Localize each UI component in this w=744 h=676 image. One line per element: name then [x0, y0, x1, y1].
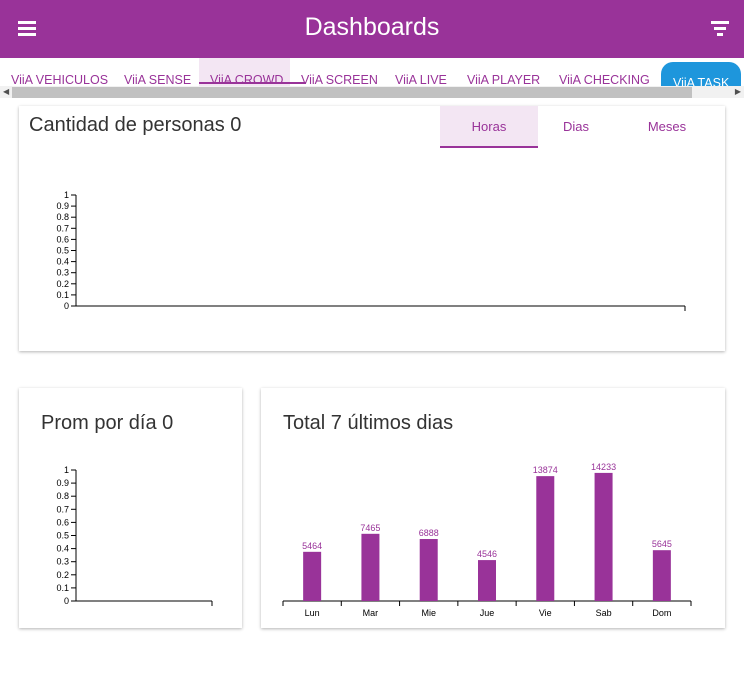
y-tick-label: 0 [64, 301, 69, 311]
scroll-left-icon[interactable]: ◀ [3, 87, 9, 96]
y-tick-label: 0.3 [56, 268, 69, 278]
y-tick-label: 0.8 [56, 212, 69, 222]
bar-mar [361, 533, 380, 601]
scrollbar-thumb[interactable] [12, 87, 692, 98]
tab-viia-crowd[interactable]: ViiA CROWD [199, 58, 306, 88]
y-tick-label: 0.4 [56, 257, 69, 267]
tab-viia-task[interactable]: ViiA TASK [661, 62, 742, 90]
x-tick-label: Lun [305, 608, 320, 618]
bar-lun [303, 551, 322, 601]
y-tick-label: 0.3 [56, 557, 69, 567]
x-tick-label: Sab [596, 608, 612, 618]
bar-dom [652, 550, 671, 601]
daily-average-chart: 0 0.1 0.2 0.3 0.4 0.5 0.6 0.7 0.8 0.9 1 [56, 465, 213, 606]
y-tick-label: 0.4 [56, 544, 69, 554]
module-tabs: ViiA VEHICULOS ViiA SENSE ViiA CROWD Vii… [0, 58, 744, 98]
bar-value-label: 14233 [591, 462, 616, 472]
y-tick-label: 0.5 [56, 246, 69, 256]
x-tick-label: Mar [363, 608, 379, 618]
y-tick-label: 0.1 [56, 583, 69, 593]
tab-viia-sense[interactable]: ViiA SENSE [114, 58, 199, 88]
tabs-scrollbar[interactable]: ◀ ▶ [0, 86, 744, 98]
y-tick-label: 1 [64, 465, 69, 475]
bar-value-label: 7465 [360, 523, 380, 533]
y-tick-label: 0.7 [56, 504, 69, 514]
tab-viia-checking[interactable]: ViiA CHECKING [549, 58, 661, 88]
y-tick-label: 0 [64, 596, 69, 606]
y-tick-label: 0.7 [56, 223, 69, 233]
tab-viia-player[interactable]: ViiA PLAYER [456, 58, 549, 88]
people-count-chart: 00.10.20.30.40.5 0.60.70.80.91 [56, 190, 686, 311]
y-tick-label: 0.6 [56, 517, 69, 527]
y-tick-label: 0.5 [56, 531, 69, 541]
app-bar: Dashboards [0, 0, 744, 58]
filter-icon[interactable] [708, 18, 732, 38]
tab-viia-vehiculos[interactable]: ViiA VEHICULOS [0, 58, 114, 88]
bar-mie [419, 539, 438, 601]
bar-value-label: 5464 [302, 541, 322, 551]
bar-value-label: 13874 [533, 465, 558, 475]
x-tick-label: Jue [480, 608, 495, 618]
y-tick-label: 0.2 [56, 279, 69, 289]
tab-viia-screen[interactable]: ViiA SCREEN [290, 58, 384, 88]
x-tick-label: Dom [652, 608, 671, 618]
bar-jue [478, 560, 496, 601]
people-count-card: Cantidad de personas 0 Horas Dias Meses … [19, 106, 725, 351]
bar-value-label: 6888 [419, 528, 439, 538]
tab-viia-live[interactable]: ViiA LIVE [384, 58, 456, 88]
daily-average-card: Prom por día 0 0 0.1 0.2 0.3 0.4 0.5 0.6 0.7 0.8… [19, 388, 242, 628]
y-tick-label: 0.6 [56, 234, 69, 244]
scroll-right-icon[interactable]: ▶ [735, 87, 741, 96]
bar-value-label: 4546 [477, 549, 497, 559]
y-tick-label: 1 [64, 190, 69, 200]
y-tick-label: 0.8 [56, 491, 69, 501]
x-tick-label: Mie [421, 608, 436, 618]
y-tick-label: 0.9 [56, 201, 69, 211]
y-tick-label: 0.1 [56, 290, 69, 300]
bar-sab [594, 472, 613, 601]
y-tick-label: 0.9 [56, 478, 69, 488]
weekly-total-card: Total 7 últimos dias 5464 Lun 7465 Mar 6888 M… [261, 388, 725, 628]
weekly-total-chart: 5464 Lun 7465 Mar 6888 Mie 4546 Jue 13874 Vie 1423… [282, 462, 692, 618]
bar-value-label: 5645 [652, 539, 672, 549]
page-title: Dashboards [304, 13, 440, 41]
x-tick-label: Vie [539, 608, 552, 618]
y-tick-label: 0.2 [56, 570, 69, 580]
bar-vie [536, 476, 555, 601]
